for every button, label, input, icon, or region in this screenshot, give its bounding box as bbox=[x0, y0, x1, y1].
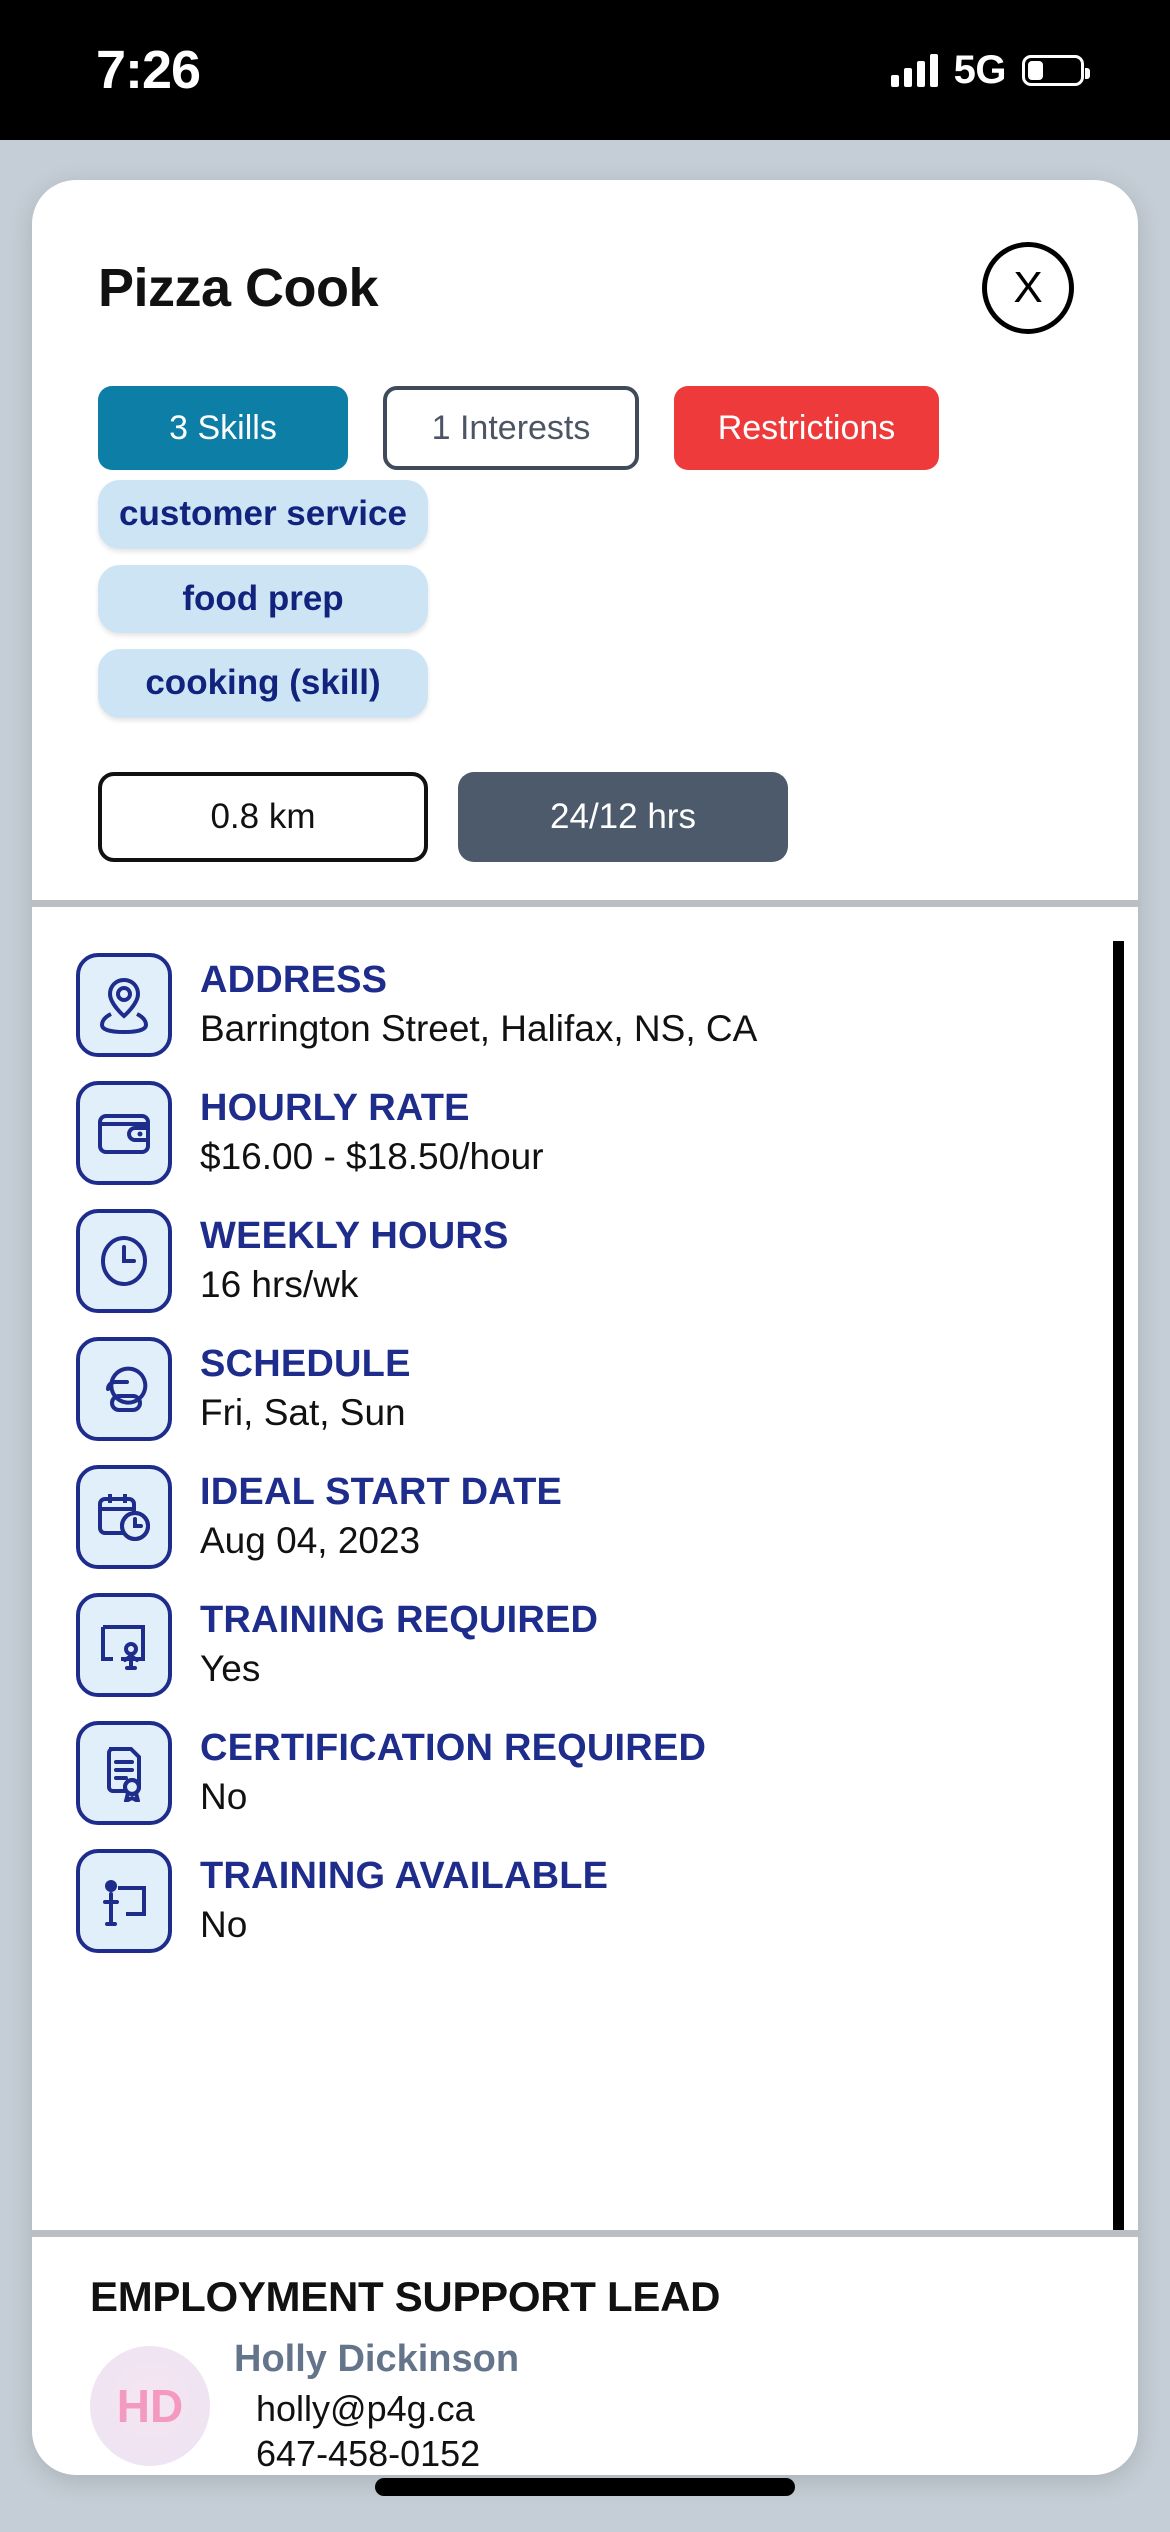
footer-divider bbox=[32, 2230, 1138, 2238]
card-header: Pizza Cook X 3 Skills 1 Interests Restri… bbox=[32, 180, 1138, 908]
detail-row: CERTIFICATION REQUIRED No bbox=[32, 1721, 1138, 1849]
status-bar: 7:26 5G bbox=[0, 0, 1170, 140]
detail-label: TRAINING REQUIRED bbox=[200, 1599, 599, 1642]
detail-label: ADDRESS bbox=[200, 959, 388, 1002]
status-indicators: 5G bbox=[890, 47, 1090, 93]
meta-button-row: 0.8 km 24/12 hrs bbox=[32, 734, 1138, 863]
contact-block: HD Holly Dickinson holly@p4g.ca 647-458-… bbox=[90, 2337, 1138, 2475]
tab-restrictions[interactable]: Restrictions bbox=[674, 386, 939, 470]
detail-row: WEEKLY HOURS 16 hrs/wk bbox=[32, 1209, 1138, 1337]
contact-email[interactable]: holly@p4g.ca bbox=[234, 2387, 519, 2430]
vertical-scrollbar[interactable] bbox=[1113, 941, 1124, 2231]
detail-value: 16 hrs/wk bbox=[200, 1263, 359, 1305]
support-lead-section: EMPLOYMENT SUPPORT LEAD HD Holly Dickins… bbox=[32, 2237, 1138, 2475]
details-scroll-area[interactable]: ADDRESS Barrington Street, Halifax, NS, … bbox=[32, 907, 1138, 2231]
detail-text: HOURLY RATE $16.00 - $18.50/hour bbox=[200, 1081, 544, 1181]
tab-interests[interactable]: 1 Interests bbox=[383, 386, 639, 470]
presentation-icon bbox=[76, 1849, 172, 1954]
detail-text: TRAINING AVAILABLE No bbox=[200, 1849, 608, 1949]
detail-label: WEEKLY HOURS bbox=[200, 1215, 509, 1258]
battery-icon bbox=[1022, 54, 1090, 86]
detail-text: SCHEDULE Fri, Sat, Sun bbox=[200, 1337, 411, 1437]
home-indicator[interactable] bbox=[375, 2478, 795, 2496]
close-circle-icon[interactable]: X bbox=[982, 242, 1074, 334]
detail-row: TRAINING REQUIRED Yes bbox=[32, 1593, 1138, 1721]
detail-value: Aug 04, 2023 bbox=[200, 1519, 421, 1561]
detail-label: SCHEDULE bbox=[200, 1343, 411, 1386]
detail-value: Fri, Sat, Sun bbox=[200, 1391, 406, 1433]
calendar-clock-icon bbox=[76, 1465, 172, 1570]
detail-value: No bbox=[200, 1775, 248, 1817]
title-row: Pizza Cook X bbox=[32, 180, 1138, 334]
distance-button[interactable]: 0.8 km bbox=[98, 772, 428, 863]
tab-skills[interactable]: 3 Skills bbox=[98, 386, 348, 470]
contact-lines: Holly Dickinson holly@p4g.ca 647-458-015… bbox=[234, 2337, 519, 2475]
detail-value: $16.00 - $18.50/hour bbox=[200, 1135, 544, 1177]
detail-row: SCHEDULE Fri, Sat, Sun bbox=[32, 1337, 1138, 1465]
header-divider bbox=[32, 900, 1138, 908]
skill-chip[interactable]: cooking (skill) bbox=[98, 649, 428, 719]
detail-row: HOURLY RATE $16.00 - $18.50/hour bbox=[32, 1081, 1138, 1209]
location-pin-icon bbox=[76, 953, 172, 1058]
network-type-label: 5G bbox=[953, 47, 1007, 92]
job-detail-card: Pizza Cook X 3 Skills 1 Interests Restri… bbox=[32, 180, 1138, 2475]
training-board-icon bbox=[76, 1593, 172, 1698]
detail-text: ADDRESS Barrington Street, Halifax, NS, … bbox=[200, 953, 757, 1053]
skill-chip[interactable]: customer service bbox=[98, 480, 428, 549]
detail-text: WEEKLY HOURS 16 hrs/wk bbox=[200, 1209, 509, 1309]
detail-text: CERTIFICATION REQUIRED No bbox=[200, 1721, 706, 1821]
tab-bar: 3 Skills 1 Interests Restrictions bbox=[32, 334, 1138, 470]
detail-label: TRAINING AVAILABLE bbox=[200, 1855, 609, 1898]
wallet-icon bbox=[76, 1081, 172, 1186]
skill-chip[interactable]: food prep bbox=[98, 564, 428, 634]
skill-chip-list: customer service food prep cooking (skil… bbox=[32, 470, 1138, 719]
detail-value: No bbox=[200, 1903, 248, 1945]
hours-ratio-button[interactable]: 24/12 hrs bbox=[458, 772, 788, 863]
avatar: HD bbox=[90, 2346, 210, 2467]
detail-row: ADDRESS Barrington Street, Halifax, NS, … bbox=[32, 953, 1138, 1081]
detail-text: IDEAL START DATE Aug 04, 2023 bbox=[200, 1465, 562, 1565]
detail-label: CERTIFICATION REQUIRED bbox=[200, 1727, 707, 1770]
support-lead-title: EMPLOYMENT SUPPORT LEAD bbox=[90, 2273, 721, 2321]
detail-row: TRAINING AVAILABLE No bbox=[32, 1849, 1138, 1977]
contact-name: Holly Dickinson bbox=[234, 2338, 520, 2381]
certificate-icon bbox=[76, 1721, 172, 1826]
clock-icon bbox=[76, 1209, 172, 1314]
moon-clouds-icon bbox=[76, 1337, 172, 1442]
page-title: Pizza Cook bbox=[98, 258, 379, 318]
detail-label: IDEAL START DATE bbox=[200, 1471, 563, 1514]
contact-phone[interactable]: 647-458-0152 bbox=[234, 2432, 519, 2475]
detail-value: Barrington Street, Halifax, NS, CA bbox=[200, 1007, 758, 1049]
status-time: 7:26 bbox=[96, 40, 201, 100]
signal-bars-icon bbox=[890, 53, 938, 87]
detail-text: TRAINING REQUIRED Yes bbox=[200, 1593, 598, 1693]
detail-value: Yes bbox=[200, 1647, 261, 1689]
detail-row: IDEAL START DATE Aug 04, 2023 bbox=[32, 1465, 1138, 1593]
detail-label: HOURLY RATE bbox=[200, 1087, 470, 1130]
